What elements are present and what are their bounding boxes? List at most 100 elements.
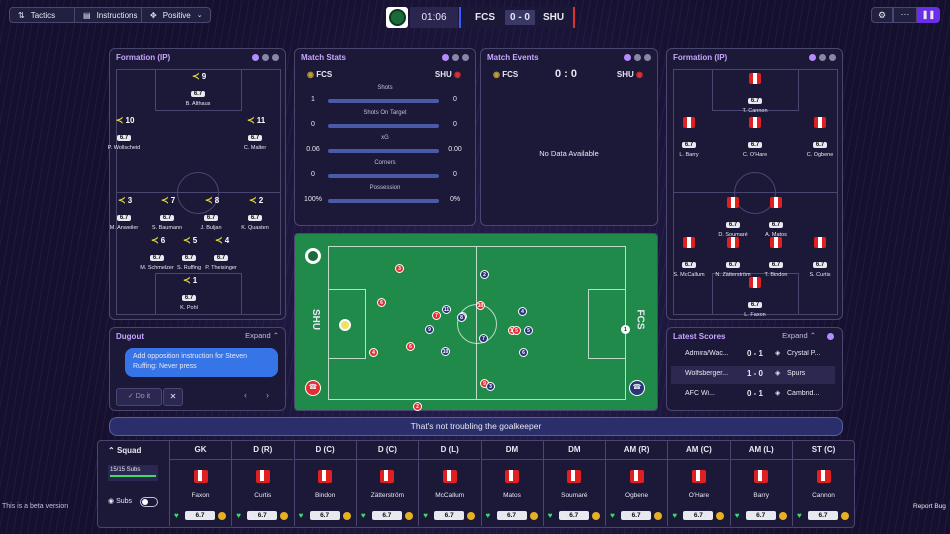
squad-slot[interactable]: AM (L) Barry ♥ 6.7 — [729, 440, 792, 526]
toggle-icon[interactable] — [827, 333, 834, 340]
formation-player[interactable]: 6.7 D. Soumaré — [710, 195, 756, 238]
formation-player[interactable]: ≺ 2 6.7 K. Quasten — [232, 195, 278, 231]
morale-icon — [591, 512, 600, 520]
squad-rating: 6.7 — [496, 511, 527, 520]
player-marker-icon: ≺ — [204, 195, 213, 205]
stat-row: 00 — [298, 171, 472, 181]
shirt-icon — [770, 237, 782, 248]
collapse-icon[interactable]: ⌃ — [108, 446, 115, 455]
formation-player[interactable]: ≺ 3 6.7 M. Anweiler — [101, 195, 147, 231]
squad-slot[interactable]: AM (R) Ogbene ♥ 6.7 — [605, 440, 668, 526]
formation-player[interactable]: ≺ 1 6.7 K. Pohl — [166, 275, 212, 311]
formation-player[interactable]: 6.7 L. Barry — [666, 115, 712, 158]
score-row[interactable]: AFC Wi... 0 - 1 ◈ Cambrid... — [671, 386, 835, 404]
dot-icon[interactable] — [262, 54, 269, 61]
do-it-button[interactable]: ✓ Do it — [116, 388, 162, 406]
instruction-bubble[interactable]: Add opposition instruction for Steven Ru… — [125, 348, 278, 377]
formation-left-panel: Formation (IP) ≺ 9 6.7 B. Althaus ≺ 10 6.7 P. W… — [108, 48, 286, 320]
squad-slot[interactable]: DM Matos ♥ 6.7 — [480, 440, 543, 526]
score-value: 1 - 0 — [746, 369, 763, 378]
pause-button[interactable]: ❚❚ — [917, 7, 940, 23]
dot-icon[interactable] — [272, 54, 279, 61]
squad-rating: 6.7 — [745, 511, 776, 520]
squad-slot[interactable]: D (R) Curtis ♥ 6.7 — [231, 440, 294, 526]
squad-slot[interactable]: GK Faxon ♥ 6.7 — [169, 440, 231, 526]
dot-icon[interactable] — [462, 54, 469, 61]
away-crest-icon: ◉ — [454, 70, 461, 79]
shirt-icon — [814, 117, 826, 128]
move-icon: ✥ — [150, 10, 157, 20]
stat-away-value: 0.00 — [448, 146, 462, 153]
formation-player[interactable]: ≺ 9 6.7 B. Althaus — [175, 71, 221, 107]
squad-position: D (C) — [315, 445, 335, 454]
toggle-icon[interactable] — [442, 54, 449, 61]
formation-player[interactable]: 6.7 N. Zätterström — [710, 235, 756, 278]
player-name: S. Baumann — [151, 225, 183, 231]
squad-slot[interactable]: D (C) Bindon ♥ 6.7 — [293, 440, 356, 526]
dugout-expand-button[interactable]: Expand ⌃ — [245, 331, 279, 340]
squad-slot[interactable]: DM Soumaré ♥ 6.7 — [542, 440, 605, 526]
next-button[interactable]: › — [266, 390, 269, 400]
chevron-up-icon: ⌃ — [809, 331, 816, 340]
instructions-button[interactable]: ▤ Instructions — [74, 7, 142, 23]
right-penalty-box — [588, 289, 625, 359]
morale-icon — [342, 512, 351, 520]
camera-button[interactable]: ☎ — [305, 380, 321, 396]
squad-slot[interactable]: D (L) McCallum ♥ 6.7 — [418, 440, 481, 526]
squad-slot[interactable]: D (C) Zätterström ♥ 6.7 — [355, 440, 418, 526]
toggle-icon[interactable] — [252, 54, 259, 61]
formation-player[interactable]: 6.7 C. O'Hare — [732, 115, 778, 158]
score-away: Spurs — [787, 370, 806, 377]
formation-player[interactable]: ≺ 10 6.7 P. Wollscheid — [101, 115, 147, 151]
player-number: 6 — [160, 236, 166, 245]
player-number: 4 — [224, 236, 230, 245]
camera-button[interactable]: ☎ — [629, 380, 645, 396]
dot-icon[interactable] — [634, 54, 641, 61]
squad-slot[interactable]: ST (C) Cannon ♥ 6.7 — [792, 440, 854, 526]
formation-player[interactable]: 6.7 A. Matos — [753, 195, 799, 238]
score-row[interactable]: Wolfsberger... 1 - 0 ◈ Spurs — [671, 366, 835, 384]
more-button[interactable]: ··· — [893, 7, 917, 23]
mentality-dropdown[interactable]: ✥ Positive ⌄ — [141, 7, 211, 23]
formation-player[interactable]: 6.7 T. Bindon — [753, 235, 799, 278]
dismiss-button[interactable]: ✕ — [163, 388, 183, 406]
shirt-icon — [629, 470, 644, 483]
panel-controls — [809, 54, 836, 61]
dot-icon[interactable] — [819, 54, 826, 61]
dot-icon[interactable] — [452, 54, 459, 61]
toggle-icon[interactable] — [809, 54, 816, 61]
squad-player-name: Cannon — [812, 492, 835, 499]
formation-player[interactable]: ≺ 11 6.7 C. Malter — [232, 115, 278, 151]
subs-switch[interactable] — [140, 497, 158, 507]
settings-button[interactable]: ⚙ — [871, 7, 893, 23]
formation-player[interactable]: ≺ 8 6.7 J. Buljan — [188, 195, 234, 231]
toggle-icon[interactable] — [624, 54, 631, 61]
formation-player[interactable]: ≺ 4 6.7 P. Theisinger — [198, 235, 244, 271]
stat-row: 0.06 0.00 — [298, 146, 472, 156]
prev-button[interactable]: ‹ — [244, 390, 247, 400]
player-number: 3 — [127, 196, 133, 205]
formation-player[interactable]: 6.7 S. McCallum — [666, 235, 712, 278]
scores-expand-button[interactable]: Expand ⌃ — [782, 331, 816, 340]
player-rating: 6.7 — [768, 262, 784, 268]
score-row[interactable]: Admira/Wac... 0 - 1 ◈ Crystal P... — [671, 346, 835, 364]
formation-player[interactable]: 6.7 C. Ogbene — [797, 115, 843, 158]
player-marker-icon: ≺ — [191, 71, 200, 81]
report-bug-link[interactable]: Report Bug — [913, 503, 946, 510]
away-player-marker: 11 — [442, 305, 451, 314]
squad-slot[interactable]: AM (C) O'Hare ♥ 6.7 — [667, 440, 730, 526]
subs-toggle[interactable]: ◉ Subs — [108, 497, 132, 505]
morale-icon — [778, 512, 787, 520]
dot-icon[interactable] — [644, 54, 651, 61]
squad-player-name: Faxon — [191, 492, 210, 499]
latest-scores-panel: Latest Scores Expand ⌃ Admira/Wac... 0 - … — [666, 327, 843, 411]
formation-player[interactable]: 6.7 T. Cannon — [732, 71, 778, 114]
formation-left-title: Formation (IP) — [116, 53, 171, 62]
formation-player[interactable]: ≺ 7 6.7 S. Baumann — [144, 195, 190, 231]
away-player-marker: 10 — [441, 347, 450, 356]
formation-player[interactable]: 6.7 L. Faxon — [732, 275, 778, 318]
dot-icon[interactable] — [829, 54, 836, 61]
player-rating: 6.7 — [213, 255, 229, 261]
formation-player[interactable]: 6.7 S. Curtis — [797, 235, 843, 278]
tactics-button[interactable]: ⇅ Tactics — [9, 7, 75, 23]
